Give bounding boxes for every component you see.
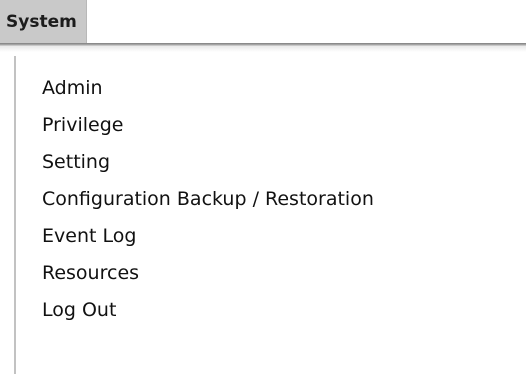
menu-item-event-log[interactable]: Event Log: [42, 218, 374, 255]
menu-item-resources[interactable]: Resources: [42, 255, 374, 292]
menu-item-privilege[interactable]: Privilege: [42, 107, 374, 144]
menu-item-configuration-backup-restoration[interactable]: Configuration Backup / Restoration: [42, 181, 374, 218]
menu-item-setting[interactable]: Setting: [42, 144, 374, 181]
system-menu-tab[interactable]: System: [0, 0, 87, 43]
menu-item-admin[interactable]: Admin: [42, 70, 374, 107]
system-menu-title: System: [6, 11, 77, 32]
dropdown-left-border: [14, 56, 16, 374]
system-dropdown-menu: Admin Privilege Setting Configuration Ba…: [42, 70, 374, 329]
menu-item-log-out[interactable]: Log Out: [42, 292, 374, 329]
menu-header-shadow: [0, 46, 526, 52]
